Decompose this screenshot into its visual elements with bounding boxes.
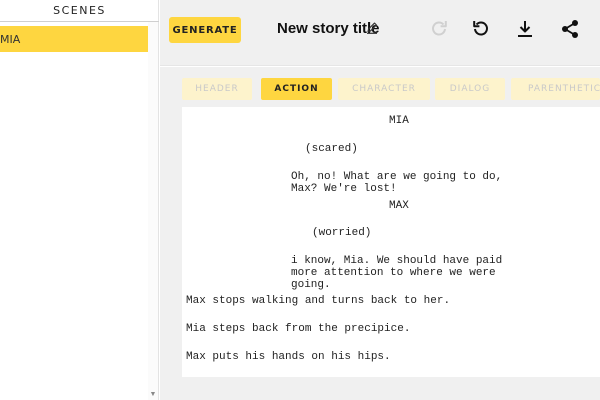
dialog-line[interactable]: Max? We're lost! (291, 183, 397, 195)
dialog-line[interactable]: going. (291, 279, 331, 291)
character-name[interactable]: MAX (389, 200, 409, 212)
action-line[interactable]: Max stops walking and turns back to her. (186, 295, 450, 307)
tab-header[interactable]: HEADER (182, 78, 252, 100)
script-editor[interactable]: MIA (scared) Oh, no! What are we going t… (182, 107, 600, 377)
scenes-sidebar: SCENES MIA ▼ (0, 0, 159, 400)
share-icon[interactable] (559, 18, 581, 40)
sidebar-scrollbar[interactable]: ▼ (148, 22, 158, 400)
editor-area: HEADER ACTION CHARACTER DIALOG PARENTHET… (160, 67, 600, 400)
dialog-line[interactable]: i know, Mia. We should have paid (291, 255, 502, 267)
parenthetical-line[interactable]: (worried) (312, 227, 371, 239)
undo-icon[interactable] (470, 18, 492, 40)
tab-parenthetical[interactable]: PARENTHETICAL (511, 78, 600, 100)
dialog-line[interactable]: more attention to where we were (291, 267, 496, 279)
tab-dialog[interactable]: DIALOG (435, 78, 505, 100)
action-line[interactable]: Max puts his hands on his hips. (186, 351, 391, 363)
tab-action[interactable]: ACTION (261, 78, 332, 100)
dialog-line[interactable]: Oh, no! What are we going to do, (291, 171, 502, 183)
scroll-down-arrow-icon[interactable]: ▼ (149, 391, 157, 399)
download-icon[interactable] (514, 18, 536, 40)
redo-icon[interactable] (428, 18, 450, 40)
scenes-header: SCENES (0, 0, 159, 22)
generate-button[interactable]: GENERATE (169, 17, 241, 43)
element-type-tabs: HEADER ACTION CHARACTER DIALOG PARENTHET… (182, 78, 600, 100)
action-line[interactable]: Mia steps back from the precipice. (186, 323, 410, 335)
tab-character[interactable]: CHARACTER (338, 78, 430, 100)
pencil-icon[interactable] (365, 21, 379, 35)
scene-item-mia[interactable]: MIA (0, 26, 149, 52)
top-toolbar: GENERATE New story title (160, 0, 600, 66)
parenthetical-line[interactable]: (scared) (305, 143, 358, 155)
character-name[interactable]: MIA (389, 115, 409, 127)
